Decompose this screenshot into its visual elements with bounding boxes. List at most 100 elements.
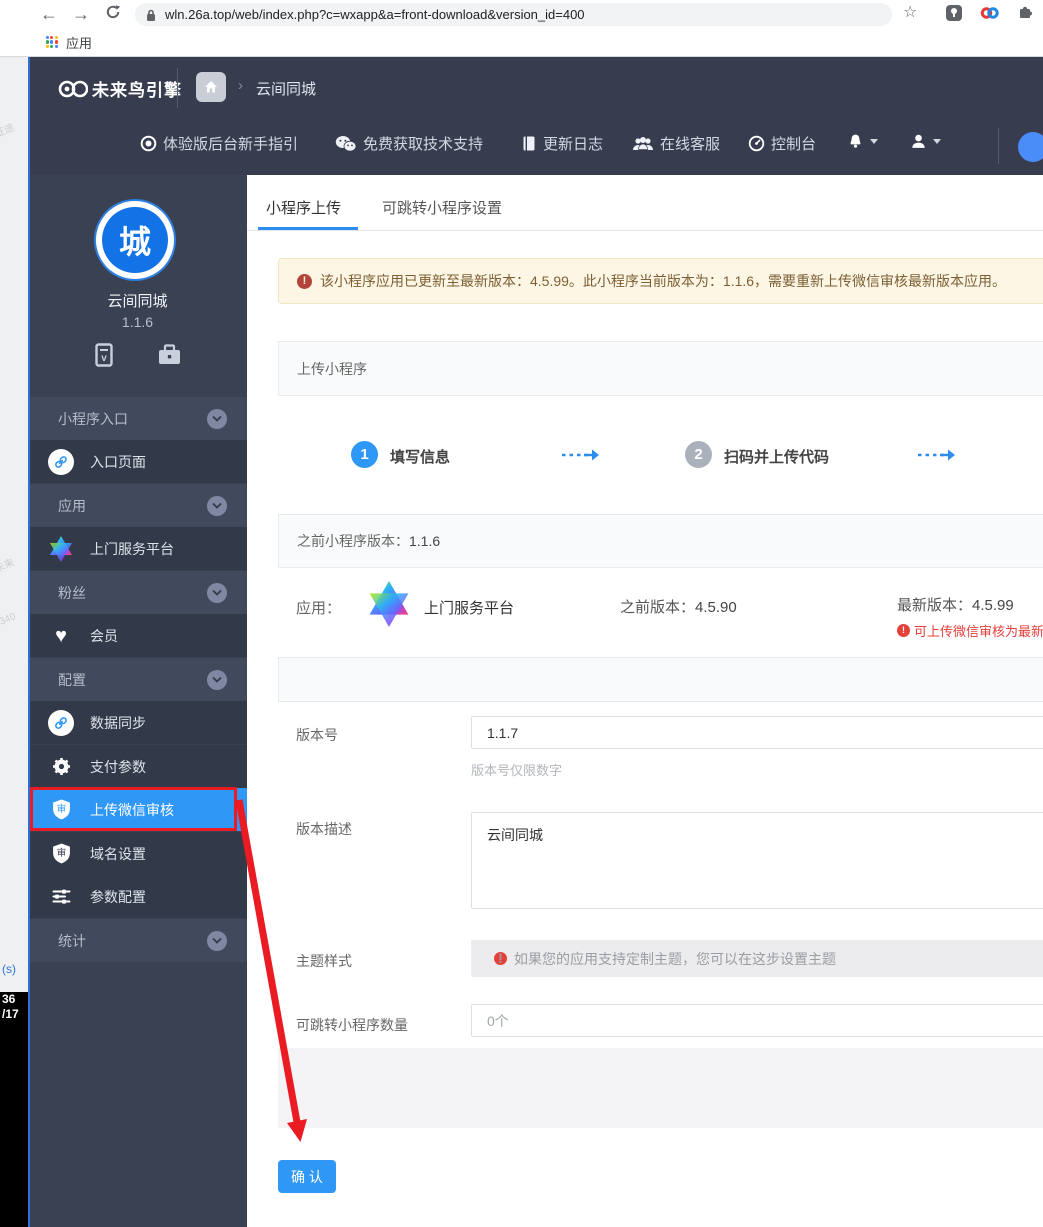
nav-support-label: 免费获取技术支持 [363, 133, 483, 154]
header-divider [177, 68, 178, 108]
watermark-text: 0340 [0, 611, 18, 630]
sidebar-group-miniapp-entry[interactable]: 小程序入口 [28, 397, 247, 440]
nav-service[interactable]: 在线客服 [632, 133, 720, 154]
step-arrow-icon [916, 447, 956, 463]
chevron-down-icon [207, 496, 227, 516]
version-input[interactable] [471, 716, 1043, 749]
people-icon [632, 136, 654, 152]
group-label: 配置 [58, 670, 86, 690]
app-latest-value: 4.5.99 [972, 597, 1014, 614]
sidebar-item-pay-params[interactable]: 支付参数 [28, 745, 247, 788]
target-icon [140, 135, 157, 152]
app-version: 1.1.6 [28, 314, 247, 330]
window-edge-line [28, 57, 30, 1227]
sidebar-group-fans[interactable]: 粉丝 [28, 571, 247, 614]
theme-note-box: ! 如果您的应用支持定制主题，您可以在这步设置主题 [471, 940, 1043, 977]
home-icon [203, 79, 219, 95]
sidebar-item-entry-page[interactable]: 入口页面 [28, 440, 247, 483]
heart-icon: ♥ [55, 626, 67, 646]
app-row-label: 应用： [296, 597, 341, 618]
briefcase-icon[interactable] [158, 343, 181, 367]
step-arrow-icon [560, 447, 600, 463]
bookmark-star-icon[interactable]: ☆ [903, 2, 917, 22]
step-2-circle: 2 [685, 441, 712, 468]
notification-bell[interactable] [847, 133, 878, 150]
step-2-label: 扫码并上传代码 [724, 446, 829, 467]
app-title: 上门服务平台 [424, 597, 514, 618]
book-icon [520, 135, 537, 152]
nav-support[interactable]: 免费获取技术支持 [335, 133, 483, 154]
info-icon: ! [494, 952, 507, 965]
url-text: wln.26a.top/web/index.php?c=wxapp&a=fron… [165, 7, 585, 22]
version-label: 版本号 [296, 725, 338, 745]
nav-guide[interactable]: 体验版后台新手指引 [140, 133, 298, 154]
group-label: 小程序入口 [58, 409, 128, 429]
page-header: 未来鸟引擎 › 云间同城 体验版后台新手指引 免费获取技术支持 更新日志 在线客… [28, 57, 1043, 175]
forward-button[interactable]: → [68, 2, 94, 26]
watermark-text: 征途 [0, 119, 16, 140]
item-label: 会员 [90, 626, 118, 646]
watermark-text: 未来 [0, 554, 16, 575]
back-button[interactable]: ← [36, 2, 62, 26]
desc-textarea[interactable]: 云间同城 [471, 812, 1043, 909]
address-bar[interactable]: wln.26a.top/web/index.php?c=wxapp&a=fron… [135, 3, 892, 26]
chevron-down-icon [207, 583, 227, 603]
app-logo: 城 [102, 207, 168, 273]
app-name: 云间同城 [28, 290, 247, 311]
confirm-button[interactable]: 确 认 [278, 1160, 336, 1193]
sidebar-group-config[interactable]: 配置 [28, 658, 247, 701]
star-colorful-icon [48, 536, 74, 562]
sidebar-group-stats[interactable]: 统计 [28, 919, 247, 962]
apps-grid-icon[interactable] [45, 35, 59, 49]
app-latest-version: 最新版本：4.5.99 [897, 594, 1014, 615]
nav-console-label: 控制台 [771, 133, 816, 154]
logo-text[interactable]: 未来鸟引擎 [92, 76, 182, 101]
jump-count-input[interactable] [471, 1004, 1043, 1037]
logo-icon [58, 79, 88, 99]
avatar[interactable] [1018, 132, 1043, 162]
keyhole-extension-icon[interactable] [946, 5, 962, 21]
nav-changelog[interactable]: 更新日志 [520, 133, 603, 154]
app-prev-label: 之前版本： [620, 599, 695, 616]
version-help: 版本号仅限数字 [471, 760, 562, 779]
counter-text: 36 [0, 992, 28, 1007]
theme-label: 主题样式 [296, 951, 352, 971]
svg-text:v: v [101, 353, 107, 364]
user-icon [910, 133, 927, 150]
app-latest-label: 最新版本： [897, 597, 972, 614]
dashboard-icon [748, 135, 765, 152]
refresh-icon [105, 4, 121, 20]
breadcrumb-current: 云间同城 [256, 78, 316, 99]
refresh-button[interactable] [100, 2, 126, 26]
alert-text: 该小程序应用已更新至最新版本：4.5.99。此小程序当前版本为：1.1.6，需要… [320, 271, 1006, 291]
info-icon: ! [897, 624, 910, 637]
sidebar-item-param-config[interactable]: 参数配置 [28, 875, 247, 918]
user-menu[interactable] [910, 133, 941, 150]
sliders-icon [52, 889, 71, 904]
app-icon [366, 581, 412, 627]
co-extension-icon[interactable] [980, 5, 1000, 26]
wechat-icon [335, 135, 357, 152]
sidebar-item-service-platform[interactable]: 上门服务平台 [28, 527, 247, 570]
sidebar-item-data-sync[interactable]: 数据同步 [28, 701, 247, 744]
tab-jump-settings[interactable]: 可跳转小程序设置 [382, 197, 502, 218]
prev-version-value: 1.1.6 [409, 533, 440, 549]
edge-strip: 征途 未来 0340 (s) 36 /17 [0, 57, 28, 1227]
status-text: (s) [2, 962, 16, 976]
bookmark-apps[interactable]: 应用 [66, 33, 92, 52]
puzzle-extension-icon[interactable] [1018, 5, 1033, 25]
sidebar-item-domain-settings[interactable]: 审 域名设置 [28, 832, 247, 875]
miniapp-doc-icon[interactable]: v [94, 343, 114, 367]
nav-changelog-label: 更新日志 [543, 133, 603, 154]
sidebar-item-member[interactable]: ♥ 会员 [28, 614, 247, 657]
sidebar-group-app[interactable]: 应用 [28, 484, 247, 527]
tab-miniapp-upload[interactable]: 小程序上传 [266, 197, 341, 218]
chevron-down-icon [207, 409, 227, 429]
item-label: 参数配置 [90, 887, 146, 907]
nav-console[interactable]: 控制台 [748, 133, 816, 154]
bell-icon [847, 133, 864, 150]
group-label: 统计 [58, 931, 86, 951]
shield-domain-icon: 审 [52, 843, 71, 864]
group-label: 粉丝 [58, 583, 86, 603]
breadcrumb-home[interactable] [196, 72, 226, 102]
